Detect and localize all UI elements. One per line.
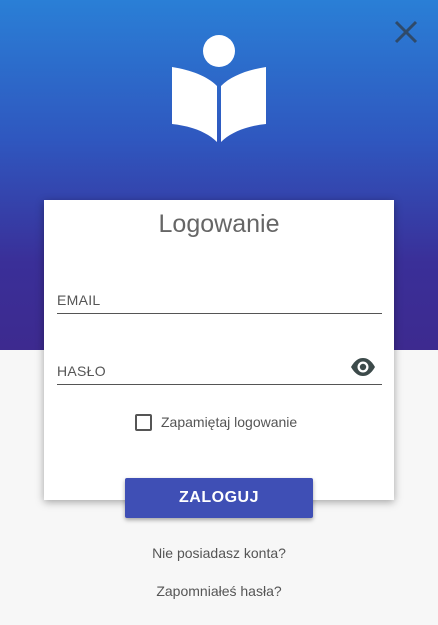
remember-label: Zapamiętaj logowanie [161,414,298,430]
login-card: Logowanie Zapamiętaj logowanie [44,200,394,500]
login-title: Logowanie [158,210,280,238]
remember-checkbox[interactable] [135,413,152,431]
reading-person-book-icon [172,35,266,142]
eye-icon[interactable] [350,357,376,377]
login-button[interactable]: ZALOGUJ [125,478,313,518]
email-field-wrapper [57,283,382,314]
forgot-password-link[interactable]: Zapomniałeś hasła? [0,583,438,599]
close-icon[interactable] [392,18,420,46]
email-field[interactable] [57,288,342,312]
password-field[interactable] [57,359,342,383]
password-field-wrapper [57,354,382,385]
register-link[interactable]: Nie posiadasz konta? [0,545,438,561]
remember-login-toggle[interactable]: Zapamiętaj logowanie [135,412,297,432]
